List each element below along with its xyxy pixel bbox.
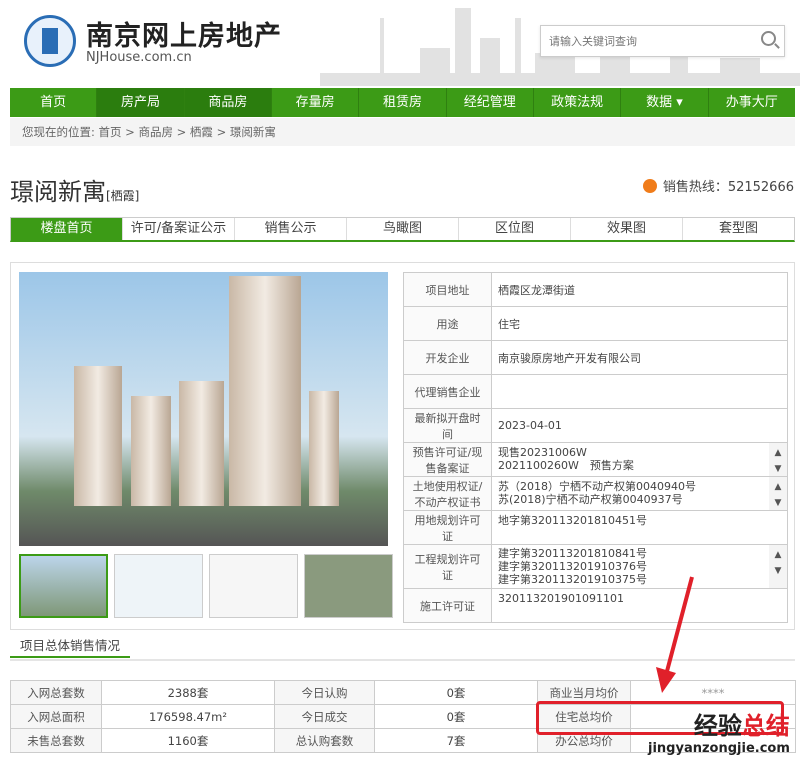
table-row: 土地使用权证/不动产权证书 苏（2018）宁栖不动产权第0040940号 苏(201… xyxy=(403,476,788,511)
nav-home[interactable]: 首页 xyxy=(10,88,98,117)
value-line: 320113201901091101 xyxy=(498,591,624,605)
watermark-text: 经验 xyxy=(693,712,742,740)
field-value[interactable]: 现售20231006W 2021100260W 预售方案 ▲ ▼ xyxy=(491,442,788,477)
table-row: 施工许可证 320113201901091101 xyxy=(403,588,788,623)
watermark: 经验总结 jingyanzongjie.com xyxy=(648,706,790,756)
field-label: 代理销售企业 xyxy=(403,374,492,409)
site-logo[interactable] xyxy=(24,15,76,67)
value-line: 苏（2018）宁栖不动产权第0040940号 xyxy=(498,479,696,493)
value-line: 2021100260W 预售方案 xyxy=(498,458,634,472)
project-info-table: 项目地址 栖霞区龙潭街道 用途 住宅 开发企业 南京骏原房地产开发有限公司 代理销售企… xyxy=(403,272,788,623)
watermark-url: jingyanzongjie.com xyxy=(648,741,790,756)
field-value: 2023-04-01 xyxy=(491,408,788,443)
field-value: 南京骏原房地产开发有限公司 xyxy=(491,340,788,375)
cell: 未售总套数 xyxy=(10,728,102,753)
table-row: 用途 住宅 xyxy=(403,306,788,341)
field-value: 320113201901091101 xyxy=(491,588,788,623)
cell: 今日成交 xyxy=(274,704,375,729)
table-row: 项目地址 栖霞区龙潭街道 xyxy=(403,272,788,307)
table-row: 开发企业 南京骏原房地产开发有限公司 xyxy=(403,340,788,375)
cell: 176598.47m² xyxy=(101,704,275,729)
field-label: 开发企业 xyxy=(403,340,492,375)
value-line: 建字第320113201910375号 xyxy=(498,573,647,586)
thumbnail[interactable] xyxy=(19,554,108,618)
nav-brokerage[interactable]: 经纪管理 xyxy=(447,88,534,117)
annotation-arrow-icon xyxy=(656,576,694,693)
thumbnail[interactable] xyxy=(114,554,203,618)
project-tabs: 楼盘首页 许可/备案证公示 销售公示 鸟瞰图 区位图 效果图 套型图 xyxy=(10,217,795,242)
section-title: 项目总体销售情况 xyxy=(10,636,131,658)
tab-home[interactable]: 楼盘首页 xyxy=(11,218,123,240)
main-nav: 首页 房产局 商品房 存量房 租赁房 经纪管理 政策法规 数据 ▾ 办事大厅 xyxy=(10,88,795,117)
scrollbar[interactable]: ▲ ▼ xyxy=(769,477,787,510)
phone-icon xyxy=(642,179,657,193)
scrollbar[interactable]: ▲ ▼ xyxy=(769,443,787,476)
value-line: 建字第320113201810841号 xyxy=(498,547,647,560)
tab-sales-notice[interactable]: 销售公示 xyxy=(235,218,347,240)
value-line: 苏(2018)宁栖不动产权第0040937号 xyxy=(498,492,683,506)
tab-location[interactable]: 区位图 xyxy=(459,218,571,240)
cell: 7套 xyxy=(374,728,538,753)
nav-data[interactable]: 数据 ▾ xyxy=(621,88,709,117)
field-value[interactable]: 建字第320113201810841号 建字第320113201910376号 建字… xyxy=(491,544,788,589)
value-line: 地字第320113201810451号 xyxy=(498,513,647,527)
search-icon[interactable] xyxy=(761,31,776,46)
nav-rental[interactable]: 租赁房 xyxy=(359,88,447,117)
table-row: 预售许可证/现售备案证 现售20231006W 2021100260W 预售方案 ▲ ▼ xyxy=(403,442,788,477)
hotline-text: 销售热线：52152666 xyxy=(662,180,794,195)
field-label: 用地规划许可证 xyxy=(403,510,492,545)
field-label: 项目地址 xyxy=(403,272,492,307)
nav-policy[interactable]: 政策法规 xyxy=(534,88,622,117)
field-label: 施工许可证 xyxy=(403,588,492,623)
value-line: 现售20231006W xyxy=(498,445,587,459)
site-header: 南京网上房地产 NJHouse.com.cn xyxy=(0,0,800,86)
field-value: 住宅 xyxy=(491,306,788,341)
table-row: 工程规划许可证 建字第320113201810841号 建字第32011320191… xyxy=(403,544,788,589)
thumbnail[interactable] xyxy=(209,554,298,618)
field-label: 预售许可证/现售备案证 xyxy=(403,442,492,477)
site-url: NJHouse.com.cn xyxy=(86,50,192,65)
breadcrumb: 您现在的位置: 首页 > 商品房 > 栖霞 > 璟阅新寓 xyxy=(10,118,795,146)
tab-aerial[interactable]: 鸟瞰图 xyxy=(347,218,459,240)
field-value[interactable]: 苏（2018）宁栖不动产权第0040940号 苏(2018)宁栖不动产权第0040… xyxy=(491,476,788,511)
page-title: 璟阅新寓[栖霞] xyxy=(10,172,139,207)
cell: 总认购套数 xyxy=(274,728,375,753)
table-row: 用地规划许可证 地字第320113201810451号 xyxy=(403,510,788,545)
value-line: 建字第320113201910376号 xyxy=(498,560,647,573)
sales-hotline: 销售热线：52152666 xyxy=(642,176,794,195)
project-district: [栖霞] xyxy=(106,189,140,203)
nav-service-hall[interactable]: 办事大厅 xyxy=(709,88,795,117)
cell: 1160套 xyxy=(101,728,275,753)
search-box xyxy=(540,25,785,57)
project-name: 璟阅新寓 xyxy=(10,178,106,206)
cell: 入网总面积 xyxy=(10,704,102,729)
watermark-text: 总结 xyxy=(741,712,790,740)
tab-floorplans[interactable]: 套型图 xyxy=(683,218,794,240)
project-main-image xyxy=(19,272,388,546)
field-label: 土地使用权证/不动产权证书 xyxy=(403,476,492,511)
table-row: 代理销售企业 xyxy=(403,374,788,409)
cell: 0套 xyxy=(374,704,538,729)
tab-renderings[interactable]: 效果图 xyxy=(571,218,683,240)
field-value: 栖霞区龙潭街道 xyxy=(491,272,788,307)
image-thumbnails xyxy=(19,554,393,618)
tab-permits[interactable]: 许可/备案证公示 xyxy=(123,218,235,240)
cell: 2388套 xyxy=(101,680,275,705)
cell: 0套 xyxy=(374,680,538,705)
nav-bureau[interactable]: 房产局 xyxy=(97,88,185,117)
nav-new-homes[interactable]: 商品房 xyxy=(184,88,272,117)
field-label: 最新拟开盘时间 xyxy=(403,408,492,443)
thumbnail[interactable] xyxy=(304,554,393,618)
site-title: 南京网上房地产 xyxy=(86,21,282,52)
search-input[interactable] xyxy=(541,26,741,56)
nav-resale[interactable]: 存量房 xyxy=(272,88,360,117)
field-label: 用途 xyxy=(403,306,492,341)
field-value xyxy=(491,374,788,409)
cell: 今日认购 xyxy=(274,680,375,705)
scrollbar[interactable]: ▲ ▼ xyxy=(769,545,787,588)
field-label: 工程规划许可证 xyxy=(403,544,492,589)
cell: 入网总套数 xyxy=(10,680,102,705)
field-value: 地字第320113201810451号 xyxy=(491,510,788,545)
table-row: 最新拟开盘时间 2023-04-01 xyxy=(403,408,788,443)
